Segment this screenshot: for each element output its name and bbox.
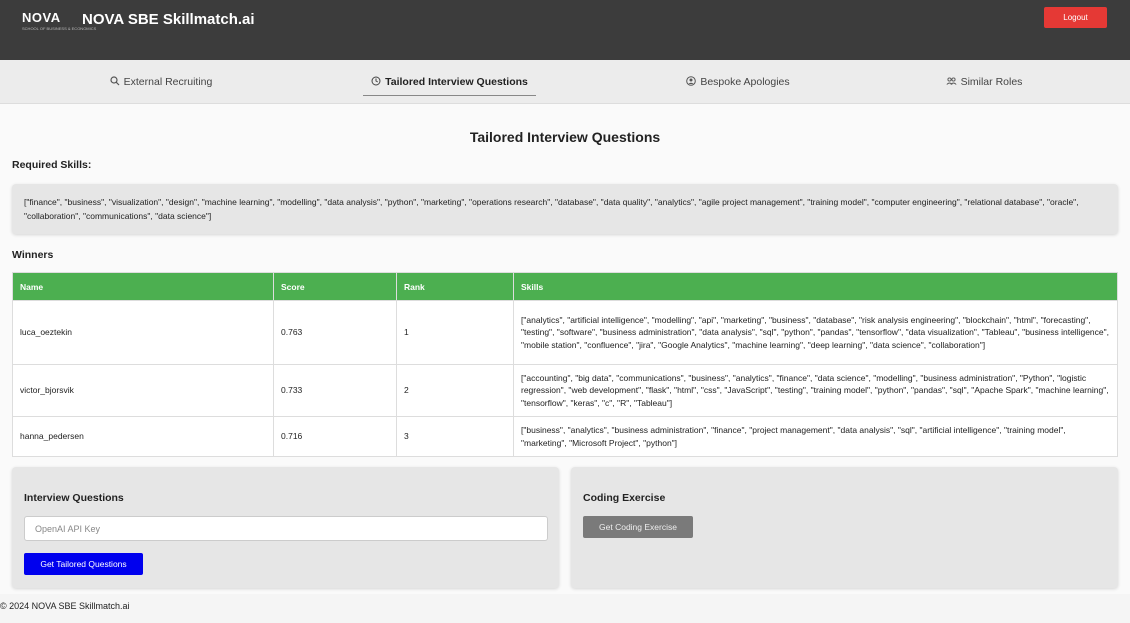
- tab-label: External Recruiting: [123, 76, 213, 88]
- cell-rank: 1: [396, 300, 514, 365]
- cell-rank: 2: [396, 364, 514, 417]
- cell-rank: 3: [396, 416, 514, 457]
- cell-name: luca_oeztekin: [12, 300, 274, 365]
- coding-exercise-card: Coding Exercise Get Coding Exercise: [571, 467, 1118, 588]
- interview-questions-title: Interview Questions: [24, 492, 124, 504]
- cell-skills: ["analytics", "artificial intelligence",…: [513, 300, 1118, 365]
- coding-exercise-title: Coding Exercise: [583, 492, 666, 504]
- column-header-skills[interactable]: Skills: [513, 272, 1118, 301]
- search-icon: [110, 75, 120, 89]
- required-skills-label: Required Skills:: [12, 159, 92, 171]
- tab-similar-roles[interactable]: Similar Roles: [944, 60, 1024, 104]
- footer-copyright: © 2024 NOVA SBE Skillmatch.ai: [0, 601, 130, 611]
- tab-bar: External Recruiting Tailored Interview Q…: [0, 60, 1130, 104]
- tab-bespoke-apologies[interactable]: Bespoke Apologies: [683, 60, 793, 104]
- cell-score: 0.716: [273, 416, 397, 457]
- tab-label: Bespoke Apologies: [700, 76, 790, 88]
- main-content: Tailored Interview Questions Required Sk…: [0, 104, 1130, 594]
- interview-questions-card: Interview Questions Get Tailored Questio…: [12, 467, 559, 588]
- clock-icon: [371, 76, 381, 89]
- tab-tailored-interview-questions[interactable]: Tailored Interview Questions: [363, 60, 536, 104]
- cell-name: hanna_pedersen: [12, 416, 274, 457]
- logo-text: NOVA: [22, 10, 61, 25]
- winners-label: Winners: [12, 249, 54, 261]
- column-header-score[interactable]: Score: [273, 272, 397, 301]
- cell-name: victor_bjorsvik: [12, 364, 274, 417]
- tab-label: Tailored Interview Questions: [385, 76, 528, 88]
- top-bar: NOVA SCHOOL OF BUSINESS & ECONOMICS NOVA…: [0, 0, 1130, 60]
- tab-external-recruiting[interactable]: External Recruiting: [105, 60, 217, 104]
- winners-table: Name Score Rank Skills luca_oeztekin 0.7…: [12, 272, 1118, 457]
- required-skills-box: ["finance", "business", "visualization",…: [12, 184, 1118, 234]
- get-tailored-questions-button[interactable]: Get Tailored Questions: [24, 553, 143, 575]
- cell-score: 0.763: [273, 300, 397, 365]
- tab-label: Similar Roles: [960, 76, 1023, 88]
- app-title: NOVA SBE Skillmatch.ai: [82, 11, 255, 28]
- get-coding-exercise-button[interactable]: Get Coding Exercise: [583, 516, 693, 538]
- column-header-rank[interactable]: Rank: [396, 272, 514, 301]
- logout-button[interactable]: Logout: [1044, 7, 1107, 28]
- page-title: Tailored Interview Questions: [469, 129, 661, 145]
- openai-api-key-input[interactable]: [24, 516, 548, 541]
- user-circle-icon: [686, 75, 697, 89]
- cell-score: 0.733: [273, 364, 397, 417]
- users-icon: [946, 76, 957, 89]
- column-header-name[interactable]: Name: [12, 272, 274, 301]
- table-row: hanna_pedersen 0.716 3 ["business", "ana…: [12, 416, 1118, 457]
- cell-skills: ["business", "analytics", "business admi…: [513, 416, 1118, 457]
- table-header-row: Name Score Rank Skills: [12, 272, 1118, 301]
- table-row: luca_oeztekin 0.763 1 ["analytics", "art…: [12, 300, 1118, 365]
- cell-skills: ["accounting", "big data", "communicatio…: [513, 364, 1118, 417]
- table-row: victor_bjorsvik 0.733 2 ["accounting", "…: [12, 364, 1118, 417]
